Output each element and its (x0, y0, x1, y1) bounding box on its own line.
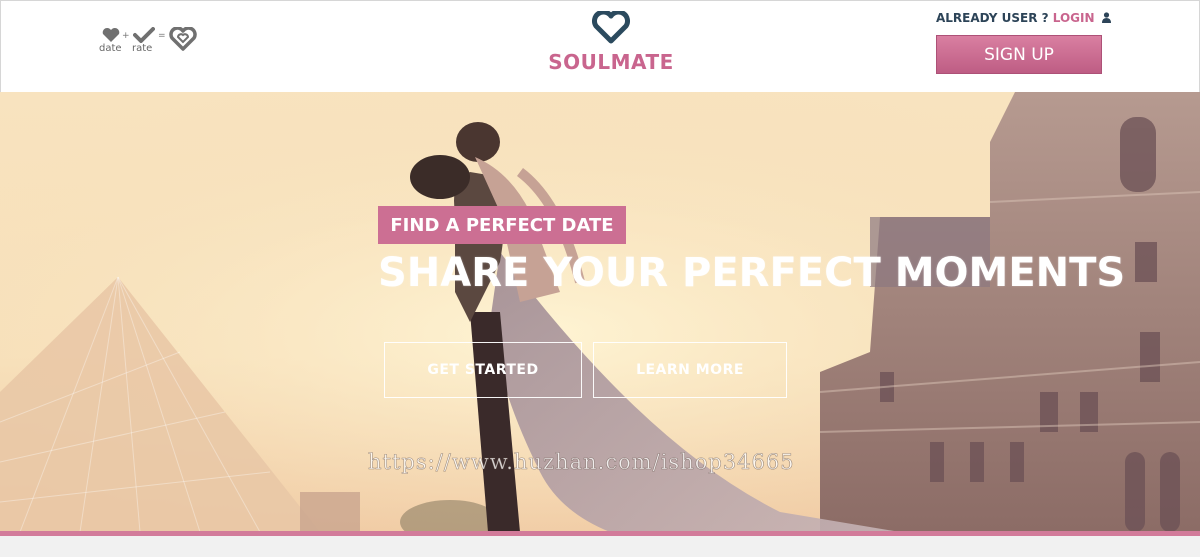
login-link[interactable]: LOGIN (1053, 11, 1095, 25)
user-icon (1101, 12, 1111, 23)
date-rate-formula: + = date rate (99, 27, 199, 57)
hero-banner: FIND A PERFECT DATE SHARE YOUR PERFECT M… (0, 92, 1200, 532)
date-label: date (99, 43, 122, 54)
already-user-text: ALREADY USER ? (936, 11, 1049, 25)
rate-label: rate (132, 43, 153, 54)
double-heart-icon (169, 27, 197, 51)
get-started-button[interactable]: GET STARTED (384, 342, 582, 398)
hero-headline: SHARE YOUR PERFECT MOMENTS (378, 250, 1126, 296)
heart-outline-icon (592, 11, 630, 44)
sign-up-button[interactable]: SIGN UP (936, 35, 1102, 74)
hero-tagline: FIND A PERFECT DATE (378, 206, 626, 244)
site-header: + = date rate SOULMATE ALREADY USER ? LO… (0, 0, 1200, 93)
check-icon (133, 27, 155, 43)
site-logo[interactable]: SOULMATE (541, 11, 681, 74)
plus-sign: + (122, 31, 130, 41)
account-prompt: ALREADY USER ? LOGIN (936, 11, 1111, 25)
page: + = date rate SOULMATE ALREADY USER ? LO… (0, 0, 1200, 557)
heart-icon (102, 27, 120, 42)
logo-text: SOULMATE (548, 50, 674, 74)
equals-sign: = (158, 31, 166, 41)
page-bottom-strip (0, 536, 1200, 557)
learn-more-button[interactable]: LEARN MORE (593, 342, 787, 398)
watermark-text: https://www.huzhan.com/ishop34665 (368, 450, 795, 475)
